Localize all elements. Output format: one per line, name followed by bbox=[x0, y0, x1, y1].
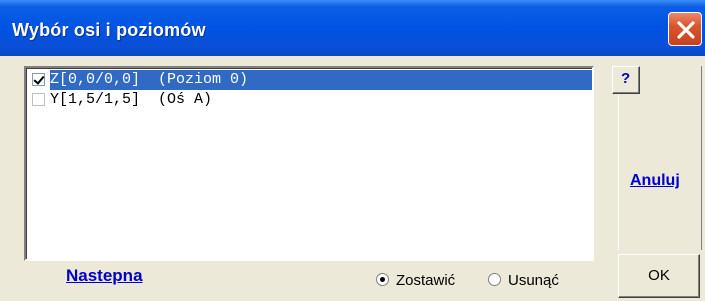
checkbox[interactable] bbox=[32, 93, 45, 106]
checkbox-checked[interactable] bbox=[32, 73, 45, 86]
axis-level-list[interactable]: Z[0,0/0,0] (Poziom 0) Y[1,5/1,5] (Oś A) bbox=[24, 66, 594, 261]
next-link[interactable]: Nastepna bbox=[66, 266, 143, 286]
help-icon: ? bbox=[621, 70, 631, 87]
radio-remove-label: Usunąć bbox=[508, 272, 559, 289]
list-item[interactable]: Z[0,0/0,0] (Poziom 0) bbox=[30, 70, 592, 90]
radio-keep-label: Zostawić bbox=[396, 272, 456, 289]
ok-button[interactable]: OK bbox=[618, 254, 700, 298]
close-button[interactable] bbox=[668, 12, 702, 46]
dialog-window: Wybór osi i poziomów Z[0,0/0,0] (Poziom … bbox=[0, 0, 705, 301]
radio-dot-selected[interactable] bbox=[376, 273, 389, 286]
ok-button-label: OK bbox=[648, 267, 670, 284]
close-icon bbox=[677, 21, 695, 39]
radio-dot[interactable] bbox=[488, 273, 501, 286]
list-item-label: Z[0,0/0,0] (Poziom 0) bbox=[50, 70, 253, 90]
window-title: Wybór osi i poziomów bbox=[12, 20, 206, 40]
cancel-link[interactable]: Anuluj bbox=[630, 172, 680, 190]
help-button[interactable]: ? bbox=[612, 66, 640, 94]
list-item[interactable]: Y[1,5/1,5] (Oś A) bbox=[30, 90, 592, 110]
list-item-label: Y[1,5/1,5] (Oś A) bbox=[50, 91, 213, 108]
title-bar[interactable]: Wybór osi i poziomów bbox=[0, 0, 705, 56]
